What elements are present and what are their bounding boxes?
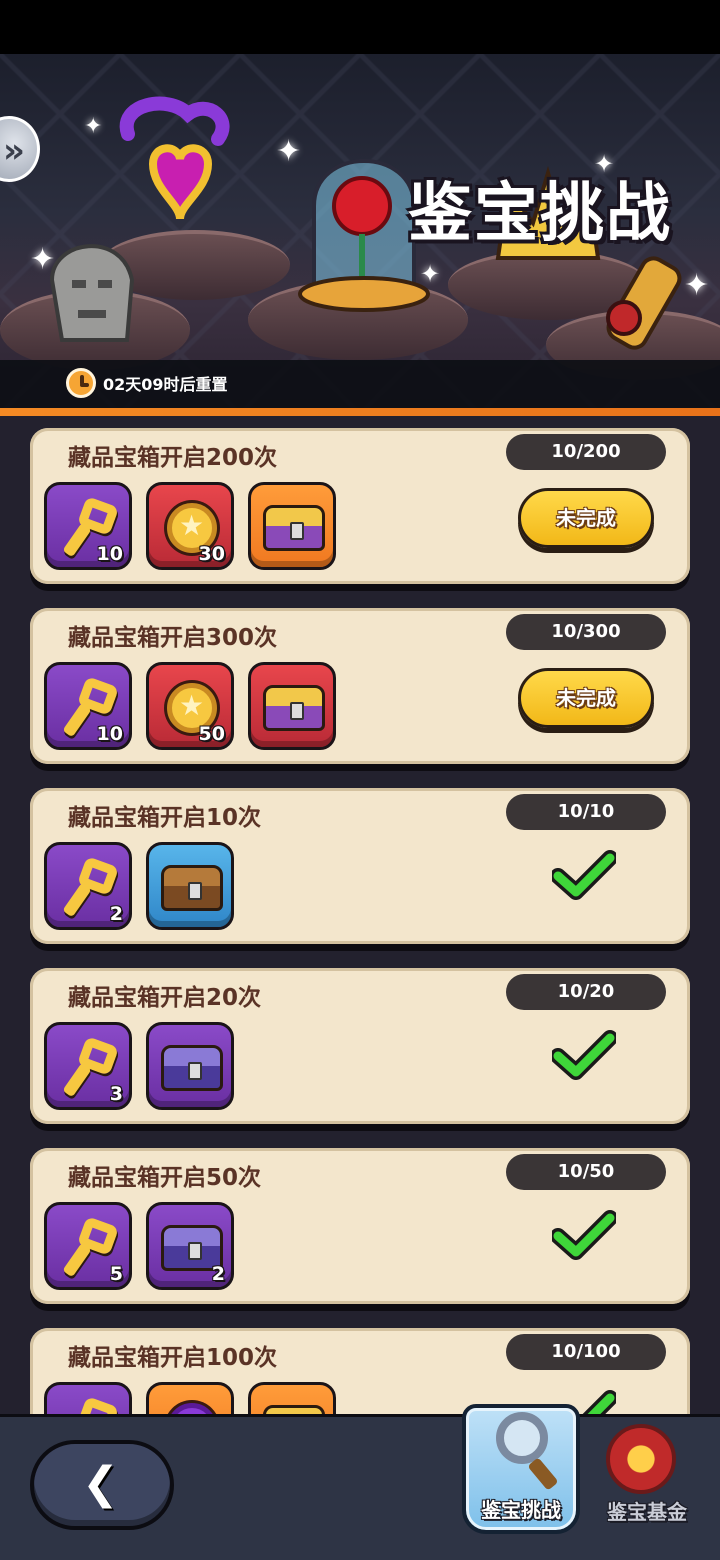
magnifier-icon [496,1412,548,1464]
reward-chest[interactable] [248,1382,336,1414]
checkmark-icon [550,850,618,900]
task-card: 藏品宝箱开启200次 10/200 10 30 未完成 [30,428,690,584]
tab-label: 鉴宝基金 [607,1500,687,1524]
sparkle-icon: ✦ [684,268,710,303]
task-card: 藏品宝箱开启100次 10/100 [30,1328,690,1414]
magnifier-handle [527,1457,559,1491]
pouch-icon [167,1403,217,1414]
reward-chest[interactable] [248,482,336,570]
sparkle-icon: ✦ [594,150,615,178]
tab-appraisal-fund[interactable]: 鉴宝基金 [588,1414,706,1544]
violet-chest-icon [161,1045,223,1091]
task-card: 藏品宝箱开启50次 10/50 5 2 [30,1148,690,1304]
sparkle-icon: ✦ [420,260,441,288]
task-title: 藏品宝箱开启50次 [68,1165,262,1191]
reward-key[interactable]: 10 [44,662,132,750]
amulet-icon [119,96,230,220]
reward-key[interactable]: 3 [44,1022,132,1110]
reward-count: 30 [198,543,225,565]
task-card: 藏品宝箱开启300次 10/300 10 50 未完成 [30,608,690,764]
mystery-chest-icon [263,505,325,551]
task-progress: 10/10 [506,794,666,830]
sparkle-icon: ✦ [276,134,302,169]
incomplete-button[interactable]: 未完成 [518,488,654,548]
reward-key[interactable]: 2 [44,842,132,930]
sparkle-icon: ✦ [84,114,103,139]
reward-pouch[interactable] [146,1382,234,1414]
task-progress: 10/200 [506,434,666,470]
event-title: 鉴宝挑战 [408,177,672,251]
task-title: 藏品宝箱开启100次 [68,1345,278,1371]
reward-key[interactable]: 5 [44,1202,132,1290]
back-button[interactable]: ❮ [30,1440,174,1530]
reward-count: 2 [211,1263,225,1285]
tab-label: 鉴宝挑战 [481,1498,561,1522]
reward-count: 10 [96,543,123,565]
reward-count: 3 [109,1083,123,1105]
key-icon [61,1396,120,1414]
task-title: 藏品宝箱开启20次 [68,985,262,1011]
reward-medal[interactable]: 50 [146,662,234,750]
incomplete-button[interactable]: 未完成 [518,668,654,728]
task-progress: 10/50 [506,1154,666,1190]
task-card: 藏品宝箱开启20次 10/20 3 [30,968,690,1124]
reward-count: 5 [109,1263,123,1285]
reward-key[interactable] [44,1382,132,1414]
clock-icon [66,368,96,398]
task-title: 藏品宝箱开启200次 [68,445,278,471]
reward-key[interactable]: 10 [44,482,132,570]
stone-head-icon [49,244,135,342]
sparkle-icon: ✦ [30,242,56,277]
reward-chest[interactable] [146,842,234,930]
reward-count: 2 [109,903,123,925]
task-title: 藏品宝箱开启10次 [68,805,262,831]
task-progress: 10/20 [506,974,666,1010]
task-list[interactable]: 藏品宝箱开启200次 10/200 10 30 未完成 藏品宝箱开启300次 1… [0,416,720,1414]
wooden-chest-icon [161,865,223,911]
checkmark-icon [550,1030,618,1080]
reset-timer-text: 02天09时后重置 [103,375,228,394]
event-banner: ✦ ✦ ✦ ✦ ✦ ✦ » 鉴宝挑战 [0,54,720,410]
task-progress: 10/100 [506,1334,666,1370]
mystery-chest-icon [263,685,325,731]
reward-chest[interactable]: 2 [146,1202,234,1290]
reward-count: 50 [198,723,225,745]
reward-medal[interactable]: 30 [146,482,234,570]
reward-count: 10 [96,723,123,745]
banner-divider [0,408,720,416]
fund-coin-icon [606,1424,676,1494]
mystery-chest-icon [263,1405,325,1414]
task-card: 藏品宝箱开启10次 10/10 2 [30,788,690,944]
checkmark-icon [550,1210,618,1260]
status-bar [0,0,720,54]
reward-chest[interactable] [146,1022,234,1110]
tab-appraisal-challenge[interactable]: 鉴宝挑战 [462,1404,580,1534]
back-arrow-icon: ❮ [82,1458,119,1509]
task-progress: 10/300 [506,614,666,650]
task-title: 藏品宝箱开启300次 [68,625,278,651]
reward-chest[interactable] [248,662,336,750]
